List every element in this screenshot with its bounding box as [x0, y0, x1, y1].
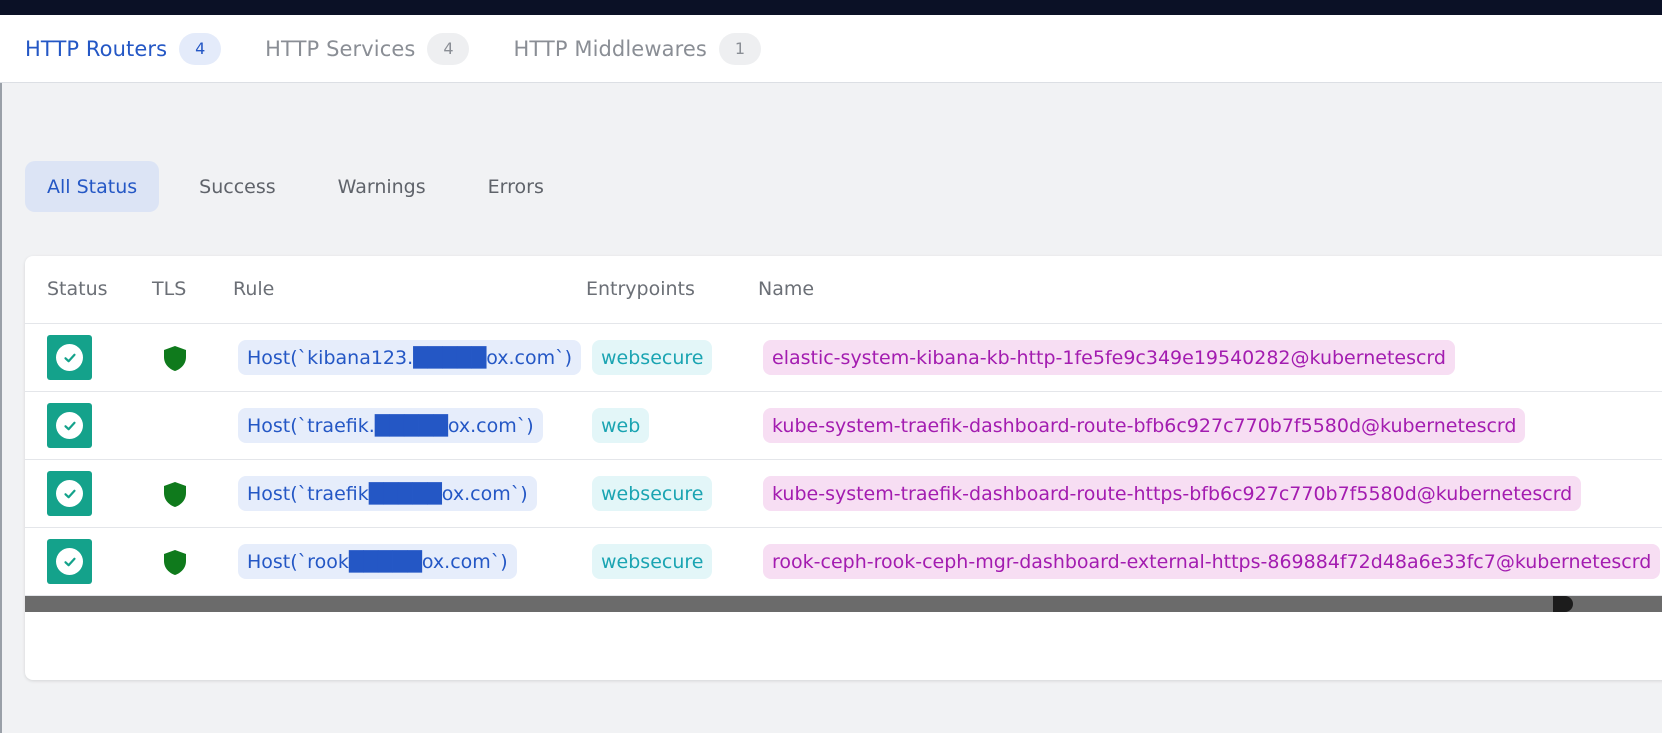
- rule-chip: Host(`kibana123.█████ox.com`): [238, 340, 582, 375]
- check-circle-icon: [56, 344, 83, 371]
- router-name-chip: kube-system-traefik-dashboard-route-bfb6…: [763, 408, 1526, 443]
- shield-icon: [164, 482, 186, 507]
- entrypoint-chip: web: [592, 408, 650, 443]
- check-circle-icon: [56, 548, 83, 575]
- horizontal-scrollbar[interactable]: [25, 596, 1662, 612]
- header-entrypoints[interactable]: Entrypoints: [586, 278, 695, 300]
- router-name-chip: kube-system-traefik-dashboard-route-http…: [763, 476, 1582, 511]
- status-success-badge: [47, 539, 92, 584]
- tab-label: HTTP Services: [265, 36, 416, 61]
- rule-chip: Host(`traefik.█████ox.com`): [238, 408, 543, 443]
- table-header: Status TLS Rule Entrypoints Name: [25, 256, 1662, 324]
- header-tls[interactable]: TLS: [152, 278, 186, 300]
- status-filters: All Status Success Warnings Errors: [25, 161, 584, 212]
- header-rule[interactable]: Rule: [233, 278, 274, 300]
- resource-tabs: HTTP Routers 4 HTTP Services 4 HTTP Midd…: [0, 15, 1662, 83]
- table-row[interactable]: Host(`traefik.█████ox.com`) web kube-sys…: [25, 392, 1662, 460]
- tab-count-badge: 1: [718, 32, 761, 65]
- check-circle-icon: [56, 412, 83, 439]
- rule-chip: Host(`traefik█████ox.com`): [238, 476, 537, 511]
- router-name-chip: elastic-system-kibana-kb-http-1fe5fe9c34…: [763, 340, 1455, 375]
- tab-http-middlewares[interactable]: HTTP Middlewares 1: [513, 32, 761, 65]
- rule-chip: Host(`rook█████ox.com`): [238, 544, 517, 579]
- filter-success[interactable]: Success: [177, 161, 297, 212]
- check-circle-icon: [56, 480, 83, 507]
- table-row[interactable]: Host(`kibana123.█████ox.com`) websecure …: [25, 324, 1662, 392]
- entrypoint-chip: websecure: [592, 544, 713, 579]
- filter-errors[interactable]: Errors: [466, 161, 566, 212]
- shield-icon: [164, 550, 186, 575]
- status-success-badge: [47, 471, 92, 516]
- top-bar: [0, 0, 1662, 15]
- tab-label: HTTP Routers: [25, 36, 168, 61]
- entrypoint-chip: websecure: [592, 340, 713, 375]
- status-success-badge: [47, 335, 92, 380]
- status-success-badge: [47, 403, 92, 448]
- filter-all-status[interactable]: All Status: [25, 161, 160, 212]
- table-row[interactable]: Host(`traefik█████ox.com`) websecure kub…: [25, 460, 1662, 528]
- table-row[interactable]: Host(`rook█████ox.com`) websecure rook-c…: [25, 528, 1662, 596]
- router-name-chip: rook-ceph-rook-ceph-mgr-dashboard-extern…: [763, 544, 1661, 579]
- scrollbar-thumb-end[interactable]: [1553, 596, 1573, 612]
- window-edge: [0, 83, 2, 733]
- filter-warnings[interactable]: Warnings: [316, 161, 448, 212]
- tab-label: HTTP Middlewares: [513, 36, 707, 61]
- header-status[interactable]: Status: [47, 278, 108, 300]
- shield-icon: [164, 346, 186, 371]
- header-name[interactable]: Name: [758, 278, 814, 300]
- tab-count-badge: 4: [427, 32, 470, 65]
- tab-http-routers[interactable]: HTTP Routers 4: [25, 32, 222, 65]
- entrypoint-chip: websecure: [592, 476, 713, 511]
- routers-table: Status TLS Rule Entrypoints Name Host(`k…: [25, 256, 1662, 680]
- tab-http-services[interactable]: HTTP Services 4: [265, 32, 470, 65]
- tab-count-badge: 4: [179, 32, 222, 65]
